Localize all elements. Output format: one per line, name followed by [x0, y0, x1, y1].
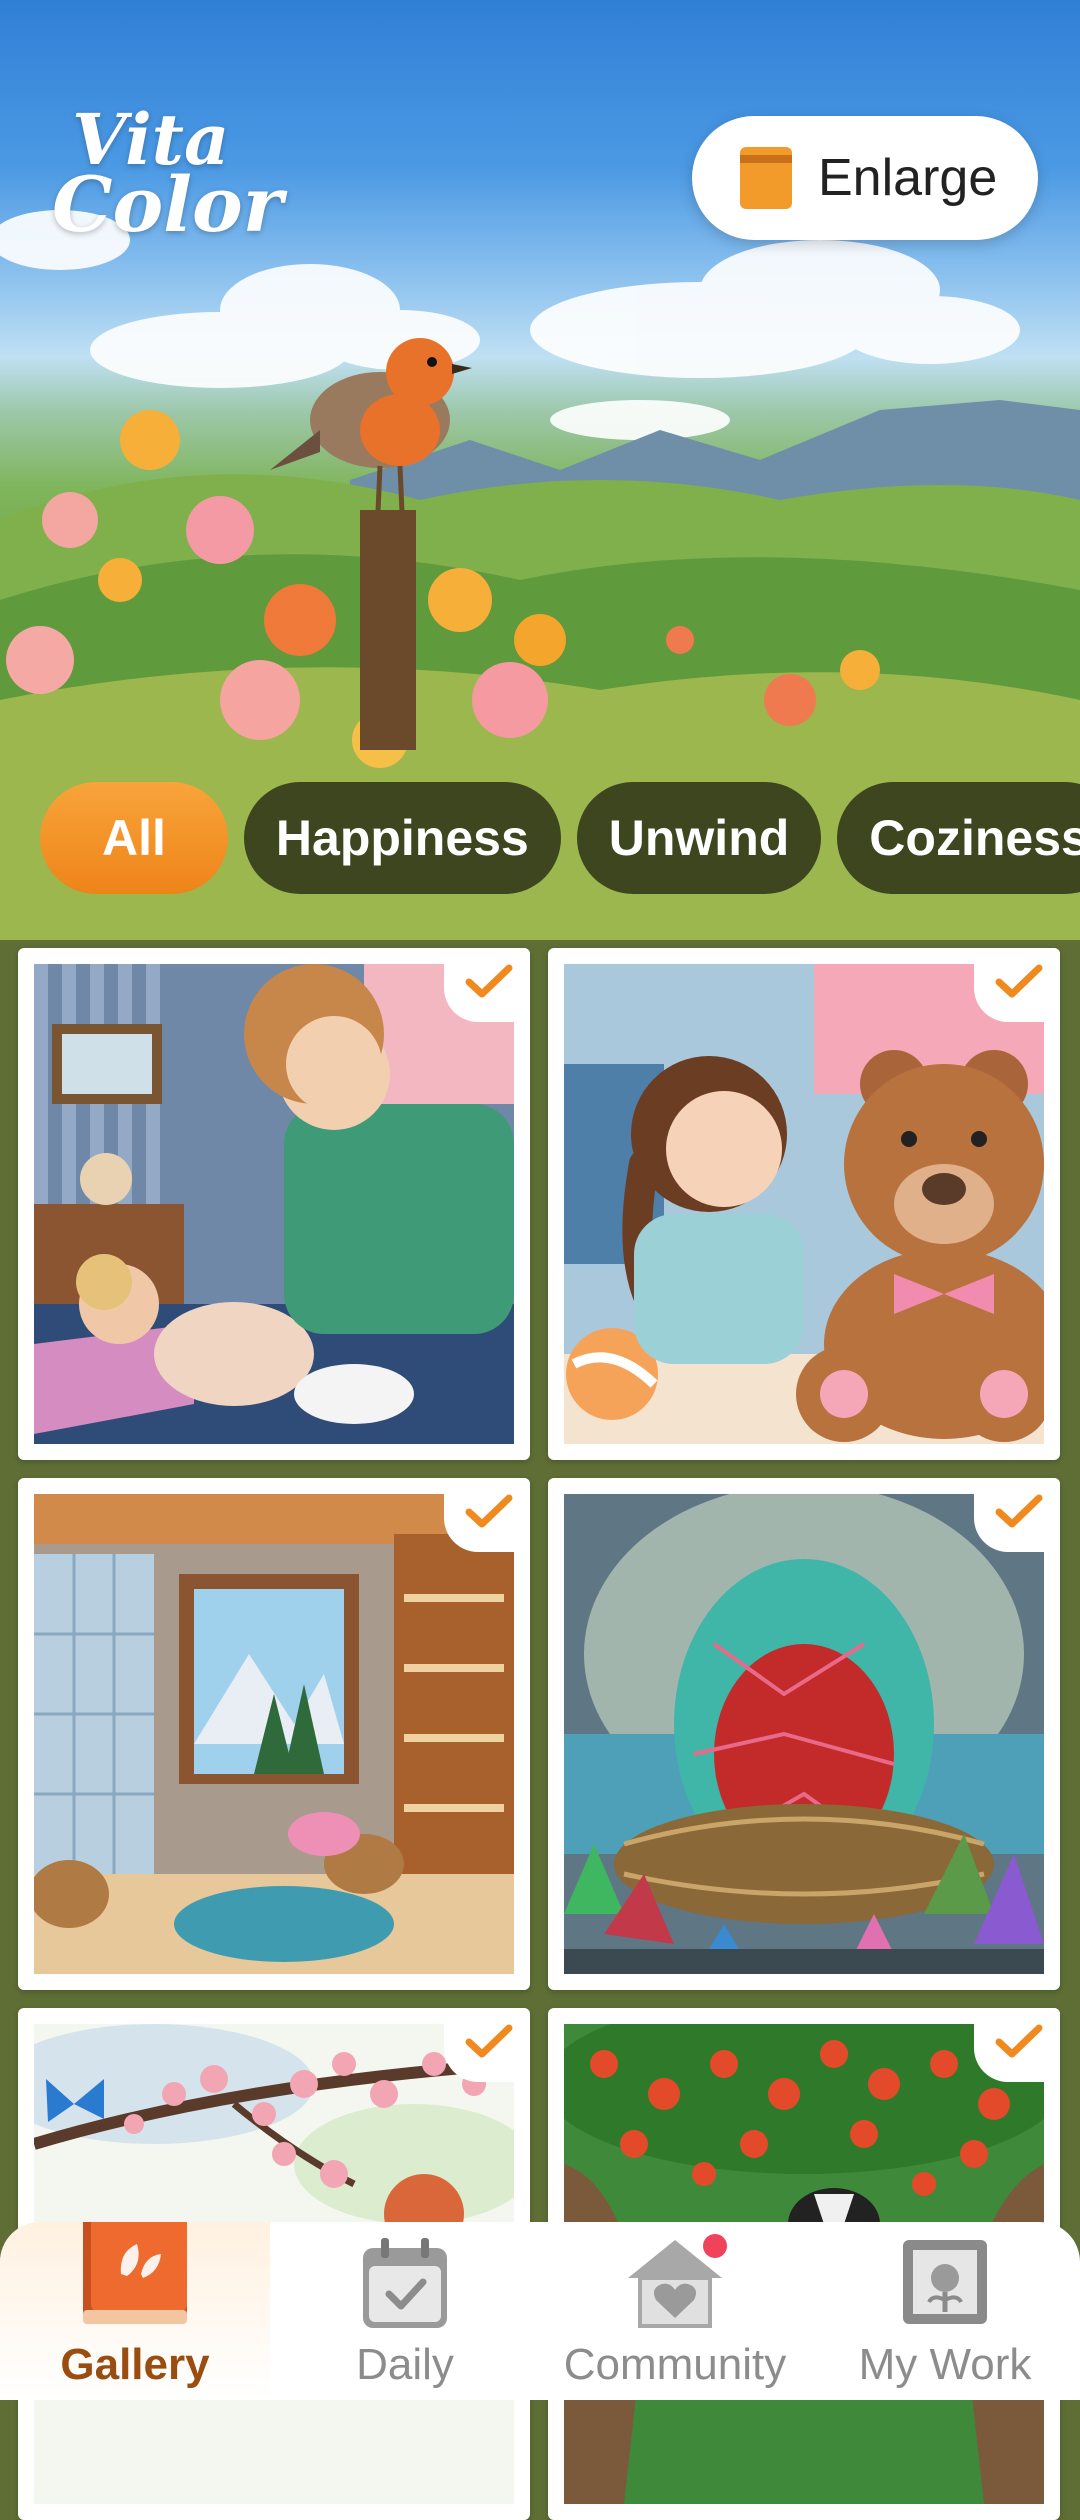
completed-check-icon [444, 1478, 530, 1552]
completed-check-icon [974, 2008, 1060, 2082]
logo-line-2: Color [52, 160, 283, 249]
book-icon [83, 2222, 187, 2324]
nav-my-work-label: My Work [858, 2340, 1032, 2389]
calendar-icon [363, 2238, 447, 2328]
book-icon [740, 147, 792, 209]
completed-check-icon [974, 948, 1060, 1022]
gallery-card[interactable] [548, 948, 1060, 1460]
chip-all[interactable]: All [40, 782, 228, 894]
frame-icon [903, 2240, 987, 2324]
artwork-dragon-egg [564, 1494, 1044, 1974]
bottom-nav: Gallery Daily Community My Work [0, 2222, 1080, 2400]
hero-banner[interactable]: Vita Color Enlarge All Happiness Unwind Coz… [0, 0, 1080, 940]
chip-coziness[interactable]: Coziness [837, 782, 1080, 894]
category-chips: All Happiness Unwind Coziness [40, 782, 1080, 894]
completed-check-icon [444, 948, 530, 1022]
artwork-mother-baby [34, 964, 514, 1444]
app-logo: Vita Color [52, 105, 283, 249]
enlarge-button[interactable]: Enlarge [692, 116, 1038, 240]
nav-gallery[interactable]: Gallery [0, 2222, 270, 2400]
nav-gallery-label: Gallery [60, 2340, 210, 2389]
nav-my-work[interactable]: My Work [810, 2222, 1080, 2400]
home-heart-icon [628, 2234, 727, 2328]
chip-happiness[interactable]: Happiness [243, 782, 561, 894]
completed-check-icon [974, 1478, 1060, 1552]
gallery-card[interactable] [18, 1478, 530, 1990]
nav-daily[interactable]: Daily [270, 2222, 540, 2400]
gallery-card[interactable] [548, 1478, 1060, 1990]
artwork-bathroom [34, 1494, 514, 1974]
nav-daily-label: Daily [356, 2340, 454, 2389]
nav-community-label: Community [563, 2340, 787, 2389]
completed-check-icon [444, 2008, 530, 2082]
gallery-card[interactable] [18, 948, 530, 1460]
nav-community[interactable]: Community [540, 2222, 810, 2400]
chip-unwind[interactable]: Unwind [576, 782, 822, 894]
artwork-girl-teddy [564, 964, 1044, 1444]
enlarge-label: Enlarge [818, 149, 998, 207]
